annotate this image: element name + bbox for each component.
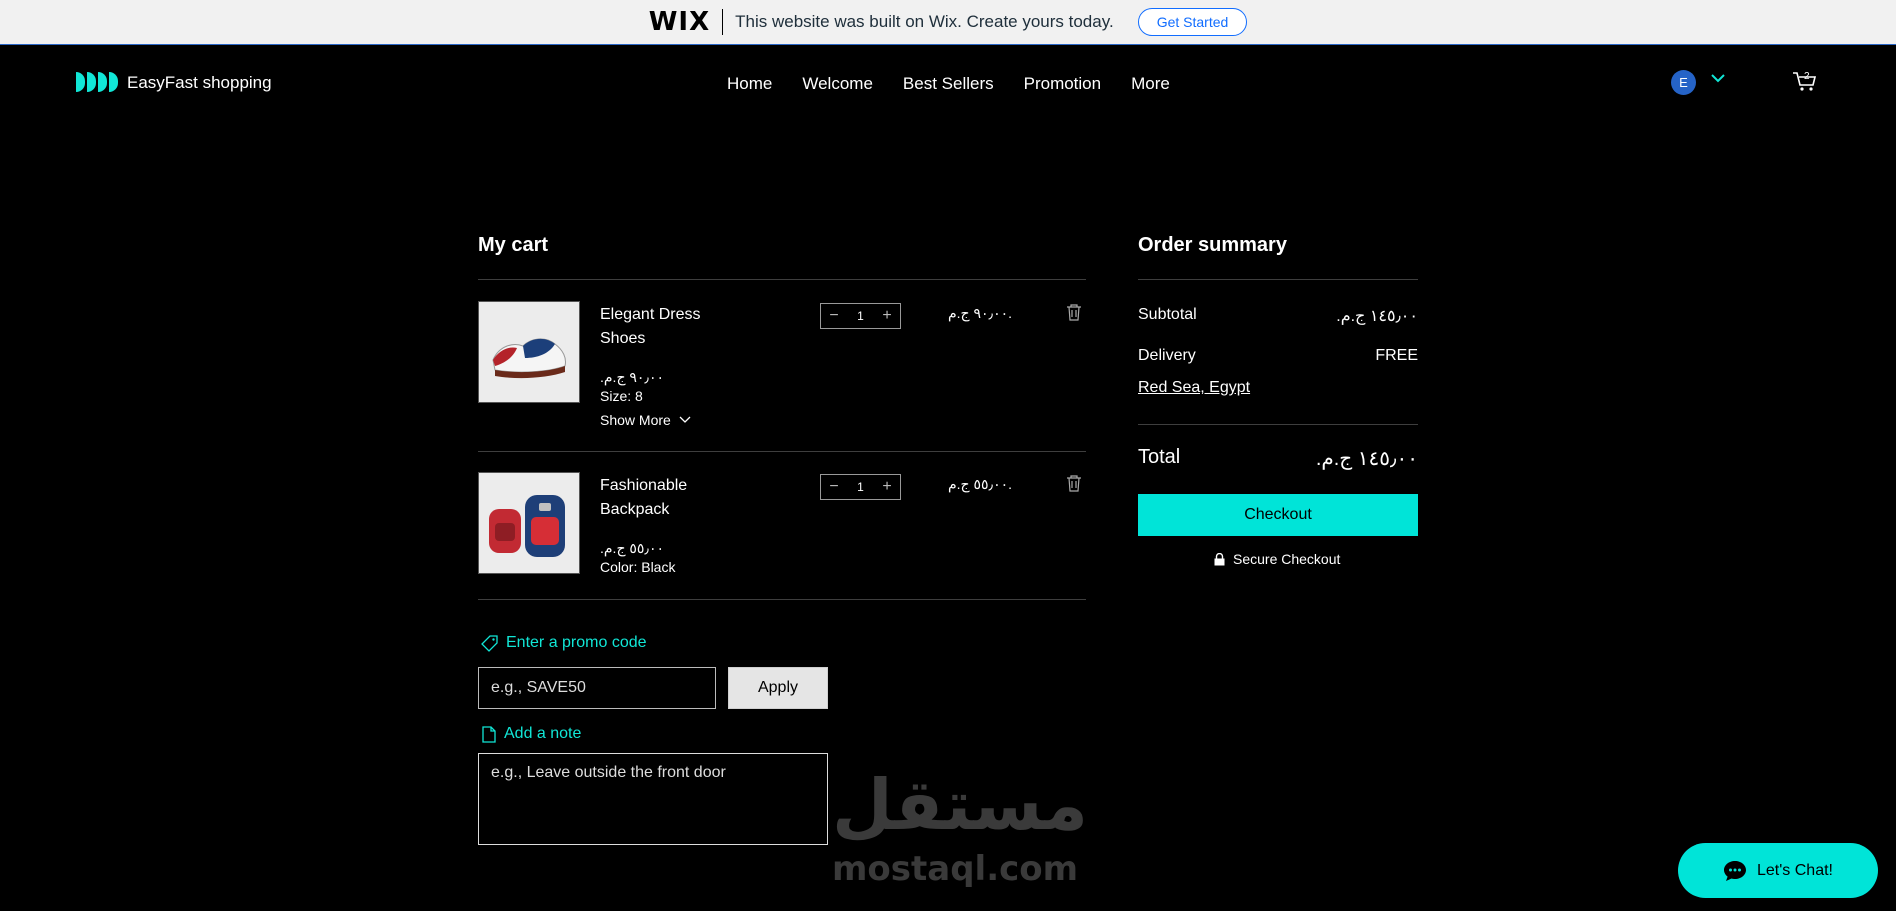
lock-icon — [1214, 552, 1225, 565]
trash-icon[interactable] — [1066, 303, 1082, 321]
show-more-button[interactable]: Show More — [600, 412, 691, 428]
delivery-value: FREE — [1375, 347, 1418, 364]
shipping-destination-link[interactable]: Red Sea, Egypt — [1138, 379, 1250, 397]
product-unit-price: ٩٠٫٠٠ ج.م. — [600, 369, 664, 385]
document-icon — [482, 725, 496, 743]
wix-banner: WIX This website was built on Wix. Creat… — [0, 0, 1896, 45]
quantity-stepper: − 1 + — [820, 474, 901, 500]
nav-best-sellers[interactable]: Best Sellers — [903, 74, 994, 94]
decrease-quantity-button[interactable]: − — [827, 308, 841, 324]
delivery-row: Delivery FREE — [1138, 347, 1418, 365]
product-color: Color: Black — [600, 559, 676, 575]
total-row: Total ١٤٥٫٠٠ ج.م. — [1138, 446, 1418, 471]
product-unit-price: ٥٥٫٠٠ ج.م. — [600, 540, 664, 556]
brand-logo-icon[interactable] — [76, 72, 118, 92]
wix-logo[interactable]: WIX — [649, 7, 710, 37]
total-value: ١٤٥٫٠٠ ج.م. — [1315, 448, 1418, 470]
cart-title: My cart — [478, 234, 549, 256]
quantity-value[interactable]: 1 — [857, 309, 864, 323]
nav-more[interactable]: More — [1131, 74, 1170, 94]
chat-bubble-icon — [1724, 860, 1746, 881]
trash-icon[interactable] — [1066, 474, 1082, 492]
delivery-label: Delivery — [1138, 347, 1196, 364]
decrease-quantity-button[interactable]: − — [827, 479, 841, 495]
cart-item: Elegant Dress Shoes ٩٠٫٠٠ ج.م. Size: 8 S… — [478, 301, 1086, 451]
checkout-button[interactable]: Checkout — [1138, 494, 1418, 536]
apply-promo-button[interactable]: Apply — [728, 667, 828, 709]
chevron-down-icon[interactable] — [1710, 72, 1726, 84]
secure-checkout: Secure Checkout — [1214, 551, 1340, 567]
increase-quantity-button[interactable]: + — [880, 479, 894, 495]
subtotal-row: Subtotal ١٤٥٫٠٠ ج.م. — [1138, 306, 1418, 326]
promo-code-input[interactable] — [478, 667, 716, 709]
cart-count-badge: 2 — [1804, 71, 1810, 82]
quantity-value[interactable]: 1 — [857, 480, 864, 494]
wix-divider — [722, 9, 724, 35]
tag-icon — [481, 634, 498, 652]
nav-promotion[interactable]: Promotion — [1024, 74, 1101, 94]
wix-banner-text: This website was built on Wix. Create yo… — [735, 12, 1114, 31]
quantity-stepper: − 1 + — [820, 303, 901, 329]
line-total: ٩٠٫٠٠ ج.م. — [948, 305, 1012, 321]
get-started-button[interactable]: Get Started — [1137, 8, 1248, 36]
main-nav: Home Welcome Best Sellers Promotion More — [727, 74, 1170, 94]
site-header: EasyFast shopping Home Welcome Best Sell… — [0, 46, 1896, 120]
summary-divider — [1138, 424, 1418, 425]
watermark-arabic: مستقل — [832, 764, 1089, 846]
chevron-down-icon — [679, 416, 691, 423]
increase-quantity-button[interactable]: + — [880, 308, 894, 324]
summary-divider — [1138, 279, 1418, 280]
cart-divider — [478, 599, 1086, 600]
total-label: Total — [1138, 446, 1181, 468]
lets-chat-button[interactable]: Let's Chat! — [1678, 843, 1878, 898]
nav-welcome[interactable]: Welcome — [802, 74, 873, 94]
account-avatar[interactable]: E — [1671, 70, 1696, 95]
nav-home[interactable]: Home — [727, 74, 772, 94]
brand-name[interactable]: EasyFast shopping — [127, 73, 272, 93]
product-name[interactable]: Fashionable Backpack — [600, 474, 720, 522]
cart-divider — [478, 451, 1086, 452]
product-image-backpack[interactable] — [478, 472, 580, 574]
cart-divider — [478, 279, 1086, 280]
lets-chat-label: Let's Chat! — [1757, 861, 1833, 879]
add-note-link[interactable]: Add a note — [482, 725, 581, 743]
add-note-label: Add a note — [504, 725, 582, 742]
subtotal-value: ١٤٥٫٠٠ ج.م. — [1336, 308, 1418, 325]
promo-code-label: Enter a promo code — [506, 634, 647, 651]
show-more-label: Show More — [600, 412, 671, 428]
promo-code-link[interactable]: Enter a promo code — [481, 634, 647, 652]
product-name[interactable]: Elegant Dress Shoes — [600, 303, 720, 351]
subtotal-label: Subtotal — [1138, 306, 1197, 323]
secure-checkout-label: Secure Checkout — [1233, 551, 1341, 567]
product-image-shoes[interactable] — [478, 301, 580, 403]
cart-item: Fashionable Backpack ٥٥٫٠٠ ج.م. Color: B… — [478, 472, 1086, 592]
product-size: Size: 8 — [600, 388, 643, 404]
note-textarea[interactable] — [478, 753, 828, 845]
order-summary-title: Order summary — [1138, 234, 1287, 256]
watermark-latin: mostaql.com — [832, 849, 1079, 889]
line-total: ٥٥٫٠٠ ج.م. — [948, 476, 1012, 492]
